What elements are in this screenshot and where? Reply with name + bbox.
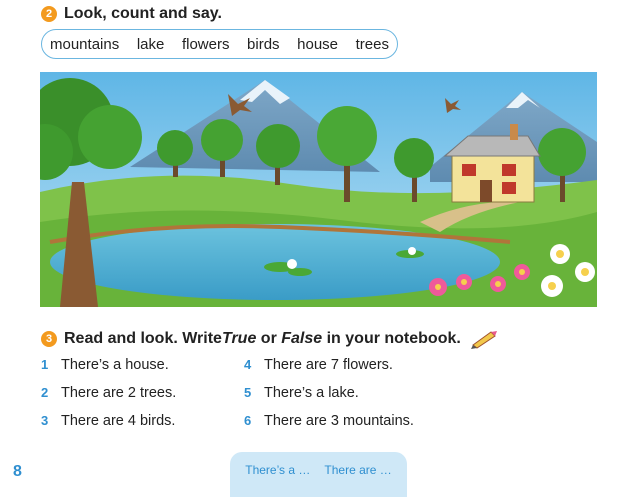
- statement-text: There’s a lake.: [264, 385, 359, 401]
- statement-1: 1 There’s a house.: [41, 357, 169, 373]
- exercise-3-title-pre: Read and look. Write: [64, 330, 222, 347]
- exercise-3-heading: 3 Read and look. Write True or False in …: [41, 329, 499, 349]
- statement-text: There are 7 flowers.: [264, 357, 393, 373]
- statement-text: There are 2 trees.: [61, 385, 177, 401]
- false-word: False: [281, 330, 323, 347]
- statement-number: 2: [41, 385, 49, 400]
- statement-5: 5 There’s a lake.: [244, 385, 359, 401]
- statement-text: There are 3 mountains.: [264, 413, 414, 429]
- word-house: house: [297, 35, 339, 53]
- language-hint-box: There’s a … There are …: [230, 452, 407, 497]
- statement-text: There’s a house.: [61, 357, 169, 373]
- word-box: mountains lake flowers birds house trees: [41, 29, 398, 59]
- hint-theres-a: There’s a …: [245, 463, 311, 477]
- page-number: 8: [13, 463, 22, 480]
- statement-number: 5: [244, 385, 252, 400]
- statement-text: There are 4 birds.: [61, 413, 176, 429]
- exercise-number-badge: 3: [41, 331, 57, 347]
- word-birds: birds: [247, 35, 280, 53]
- word-trees: trees: [355, 35, 389, 53]
- exercise-2-heading: 2 Look, count and say.: [41, 5, 222, 23]
- exercise-2-title: Look, count and say.: [64, 5, 222, 22]
- word-lake: lake: [136, 35, 165, 53]
- statement-3: 3 There are 4 birds.: [41, 413, 175, 429]
- exercise-number-badge: 2: [41, 6, 57, 22]
- exercise-3-title-post: in your notebook.: [322, 330, 461, 347]
- statement-number: 4: [244, 357, 252, 372]
- statement-number: 6: [244, 413, 252, 428]
- pencil-icon: [470, 331, 497, 349]
- statement-number: 3: [41, 413, 49, 428]
- true-word: True: [221, 330, 257, 347]
- statement-4: 4 There are 7 flowers.: [244, 357, 393, 373]
- statement-6: 6 There are 3 mountains.: [244, 413, 414, 429]
- word-mountains: mountains: [50, 35, 120, 53]
- or-word: or: [256, 330, 282, 347]
- statement-2: 2 There are 2 trees.: [41, 385, 176, 401]
- landscape-illustration: [40, 72, 597, 307]
- hint-there-are: There are …: [324, 463, 392, 477]
- word-flowers: flowers: [181, 35, 230, 53]
- statement-number: 1: [41, 357, 49, 372]
